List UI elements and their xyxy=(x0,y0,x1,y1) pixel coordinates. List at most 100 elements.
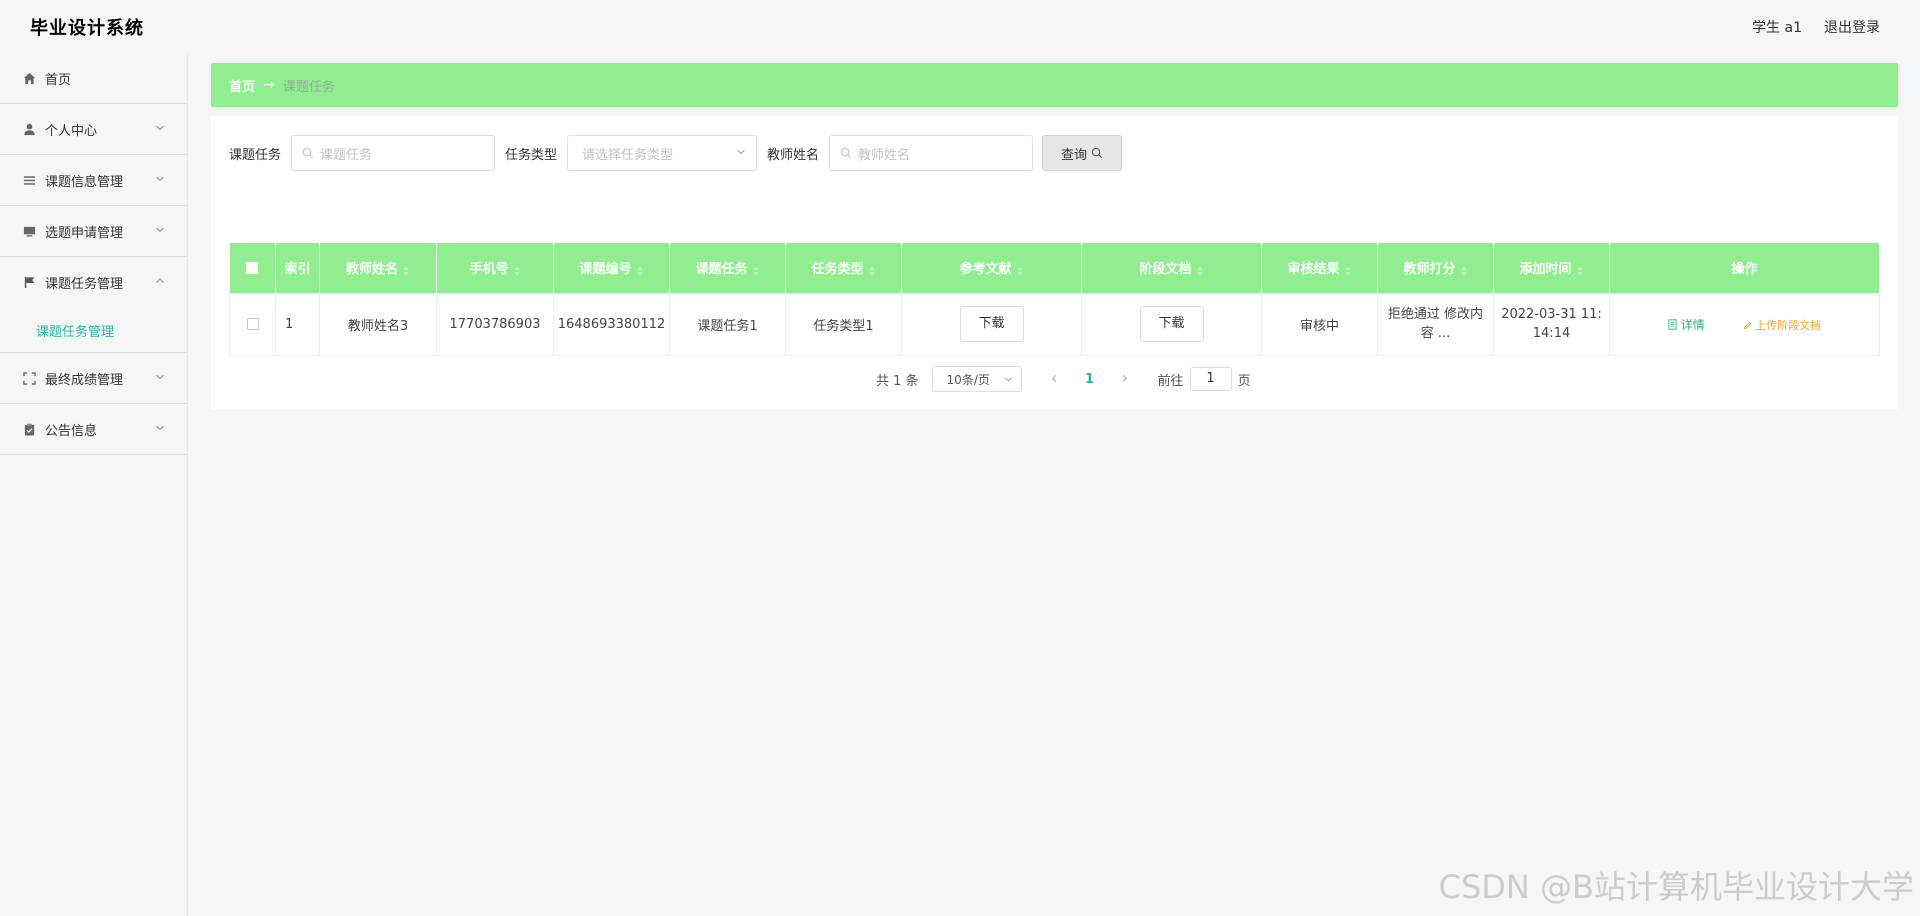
cell-task: 课题任务1 xyxy=(669,292,786,356)
submenu-item-label: 课题任务管理 xyxy=(36,324,115,340)
breadcrumb-home[interactable]: 首页 xyxy=(229,76,255,95)
chevron-down-icon xyxy=(155,224,165,234)
cell-topic-no: 1648693380112 xyxy=(553,292,670,356)
sort-icon[interactable] xyxy=(868,265,876,276)
page-size-value: 10条/页 xyxy=(946,372,990,387)
column-header-phone[interactable]: 手机号 xyxy=(436,243,554,293)
main-content: 课题任务 课题任务 任务类型 请选择任务类型 教师姓名 教师姓名 查询 索引 教… xyxy=(211,116,1898,409)
column-header-topic-no[interactable]: 课题编号 xyxy=(553,243,670,293)
sort-icon[interactable] xyxy=(1576,265,1584,276)
task-type-select[interactable]: 请选择任务类型 xyxy=(567,135,758,171)
sort-icon[interactable] xyxy=(402,265,410,276)
chevron-down-icon xyxy=(736,146,746,161)
time-text-line1: 2022-03-31 11: xyxy=(1501,307,1602,322)
flag-icon xyxy=(22,276,36,290)
cell-type: 任务类型1 xyxy=(785,292,902,356)
sidebar-item-label: 选题申请管理 xyxy=(45,225,124,241)
sidebar-item-topic-application[interactable]: 选题申请管理 xyxy=(0,206,187,257)
detail-label: 详情 xyxy=(1680,317,1705,332)
column-header-stage-doc[interactable]: 阶段文档 xyxy=(1081,243,1262,293)
column-header-teacher[interactable]: 教师姓名 xyxy=(319,243,437,293)
select-all-header[interactable] xyxy=(229,243,276,293)
column-header-references[interactable]: 参考文献 xyxy=(901,243,1082,293)
search-button[interactable]: 查询 xyxy=(1042,135,1123,171)
home-icon xyxy=(22,72,36,86)
task-search-input[interactable]: 课题任务 xyxy=(291,135,496,171)
upload-stage-doc-button[interactable]: 上传阶段文档 xyxy=(1743,319,1821,333)
sidebar-item-final-grade[interactable]: 最终成绩管理 xyxy=(0,353,187,404)
column-header-time[interactable]: 添加时间 xyxy=(1493,243,1610,293)
column-header-score[interactable]: 教师打分 xyxy=(1377,243,1494,293)
sort-icon[interactable] xyxy=(1016,265,1024,276)
breadcrumb: 首页 → 课题任务 xyxy=(211,63,1898,107)
column-header-type[interactable]: 任务类型 xyxy=(785,243,902,293)
chevron-down-icon xyxy=(155,422,165,432)
page-number-current[interactable]: 1 xyxy=(1070,372,1110,387)
row-checkbox[interactable] xyxy=(246,318,259,330)
teacher-label: 教师姓名 xyxy=(767,147,820,163)
task-label: 课题任务 xyxy=(229,147,282,163)
cell-time: 2022-03-31 11: 14:14 xyxy=(1493,292,1610,356)
detail-button[interactable]: 详情 xyxy=(1668,318,1709,332)
cell-audit: 审核中 xyxy=(1261,292,1378,356)
search-icon xyxy=(302,147,315,160)
sidebar-item-topic-info[interactable]: 课题信息管理 xyxy=(0,155,187,206)
sort-icon[interactable] xyxy=(752,265,760,276)
edit-icon xyxy=(1743,320,1752,333)
sidebar-item-announcements[interactable]: 公告信息 xyxy=(0,404,187,455)
next-page-button[interactable] xyxy=(1110,372,1140,387)
search-form: 课题任务 课题任务 任务类型 请选择任务类型 教师姓名 教师姓名 查询 xyxy=(229,135,1123,171)
chevron-up-icon xyxy=(155,275,165,285)
submenu-item-topic-task-management[interactable]: 课题任务管理 xyxy=(0,308,187,353)
sidebar-item-home[interactable]: 首页 xyxy=(0,54,187,104)
breadcrumb-arrow-icon: → xyxy=(263,77,275,93)
search-icon xyxy=(1091,147,1103,159)
goto-page-input[interactable]: 1 xyxy=(1189,367,1232,391)
teacher-search-input[interactable]: 教师姓名 xyxy=(829,135,1034,171)
task-search-placeholder: 课题任务 xyxy=(320,147,373,163)
task-table: 索引 教师姓名 手机号 课题编号 课题任务 任务类型 参考文献 阶段文档 审核结… xyxy=(229,243,1880,356)
column-header-index: 索引 xyxy=(275,243,320,293)
column-header-audit[interactable]: 审核结果 xyxy=(1261,243,1378,293)
row-select-cell[interactable] xyxy=(229,292,276,356)
sort-icon[interactable] xyxy=(1344,265,1352,276)
sidebar-item-topic-task[interactable]: 课题任务管理 xyxy=(0,257,187,308)
goto-label: 前往 xyxy=(1157,373,1184,389)
page-suffix-label: 页 xyxy=(1237,373,1251,389)
user-icon xyxy=(22,122,36,136)
chevron-left-icon xyxy=(1051,374,1057,382)
sidebar-item-label: 课题任务管理 xyxy=(45,277,124,292)
watermark: CSDN @B站计算机毕业设计大学 xyxy=(1438,868,1914,906)
cell-actions: 详情 上传阶段文档 xyxy=(1609,292,1880,356)
score-text-line2: 容 ... xyxy=(1420,326,1451,341)
chevron-down-icon xyxy=(1004,375,1013,384)
column-header-task[interactable]: 课题任务 xyxy=(669,243,786,293)
sort-icon[interactable] xyxy=(513,265,521,276)
chevron-down-icon xyxy=(155,122,165,132)
sort-icon[interactable] xyxy=(1196,265,1204,276)
download-stage-doc-button[interactable]: 下载 xyxy=(1139,306,1204,342)
user-name[interactable]: 学生 a1 xyxy=(1752,17,1802,37)
user-area: 学生 a1 退出登录 xyxy=(1752,17,1880,37)
sidebar-item-label: 首页 xyxy=(45,73,72,88)
table-header-row: 索引 教师姓名 手机号 课题编号 课题任务 任务类型 参考文献 阶段文档 审核结… xyxy=(229,243,1880,293)
cell-references: 下载 xyxy=(901,292,1082,356)
app-title: 毕业设计系统 xyxy=(30,18,144,39)
table-row: 1 教师姓名3 17703786903 1648693380112 课题任务1 … xyxy=(229,292,1880,356)
fullscreen-icon xyxy=(22,371,36,385)
sort-icon[interactable] xyxy=(1460,265,1468,276)
time-text-line2: 14:14 xyxy=(1532,326,1571,341)
prev-page-button[interactable] xyxy=(1040,372,1070,387)
sidebar-item-personal-center[interactable]: 个人中心 xyxy=(0,104,187,155)
sort-icon[interactable] xyxy=(636,265,644,276)
download-references-button[interactable]: 下载 xyxy=(959,306,1024,342)
list-icon xyxy=(22,173,36,187)
sidebar: 首页 个人中心 课题信息管理 选题申请管理 课题任务管理 课题任务管理 最终成绩… xyxy=(0,54,188,916)
chevron-down-icon xyxy=(155,371,165,381)
chevron-right-icon xyxy=(1122,374,1128,382)
select-all-checkbox[interactable] xyxy=(246,261,259,274)
page-size-select[interactable]: 10条/页 xyxy=(931,366,1022,392)
teacher-search-placeholder: 教师姓名 xyxy=(858,147,911,163)
logout-button[interactable]: 退出登录 xyxy=(1824,17,1880,37)
clipboard-icon xyxy=(22,422,36,436)
